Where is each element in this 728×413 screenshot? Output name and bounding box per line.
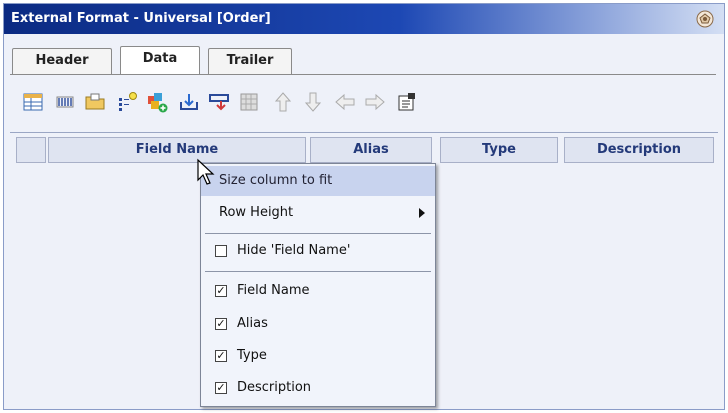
move-left-icon[interactable]: [332, 89, 358, 115]
grid-icon[interactable]: [236, 89, 262, 115]
checkbox-checked-icon: ✓: [215, 381, 227, 394]
properties-icon[interactable]: [394, 89, 420, 115]
tab-header-label: Header: [35, 53, 89, 68]
menu-item-hide-field-name[interactable]: Hide 'Field Name': [201, 236, 435, 266]
menu-item-label: Type: [237, 348, 267, 363]
menu-item-alias[interactable]: ✓ Alias: [201, 309, 435, 339]
menu-item-label: Row Height: [219, 205, 294, 220]
menu-item-label: Alias: [237, 316, 268, 331]
menu-item-field-name[interactable]: ✓ Field Name: [201, 276, 435, 306]
menu-item-type[interactable]: ✓ Type: [201, 341, 435, 371]
column-header-alias[interactable]: Alias: [310, 137, 432, 163]
checkbox-checked-icon: ✓: [215, 349, 227, 362]
tab-trailer-label: Trailer: [226, 53, 274, 68]
window-title: External Format - Universal [Order]: [11, 11, 271, 26]
menu-item-size-column-to-fit[interactable]: Size column to fit: [201, 166, 435, 196]
column-header-type[interactable]: Type: [440, 137, 558, 163]
menu-item-row-height[interactable]: Row Height: [201, 198, 435, 228]
menu-item-label: Description: [237, 380, 312, 395]
checkbox-checked-icon: ✓: [215, 284, 227, 297]
open-folder-icon[interactable]: [82, 89, 108, 115]
column-header-label: Type: [482, 142, 516, 157]
column-context-menu: Size column to fit Row Height Hide 'Fiel…: [200, 163, 436, 407]
column-header-description[interactable]: Description: [564, 137, 714, 163]
move-right-icon[interactable]: [362, 89, 388, 115]
move-down-icon[interactable]: [300, 89, 326, 115]
window-settings-icon[interactable]: [695, 9, 715, 29]
mouse-pointer-icon: [197, 158, 215, 185]
tab-header[interactable]: Header: [12, 48, 112, 74]
add-component-icon[interactable]: [144, 89, 170, 115]
column-header-field-name[interactable]: Field Name: [48, 137, 306, 163]
columns-icon[interactable]: [52, 89, 78, 115]
import-icon[interactable]: [176, 89, 202, 115]
menu-item-label: Hide 'Field Name': [237, 243, 351, 258]
checkbox-checked-icon: ✓: [215, 317, 227, 330]
column-header-label: Alias: [353, 142, 389, 157]
tab-data-label: Data: [142, 51, 178, 66]
row-selector-header[interactable]: [16, 137, 46, 163]
move-up-icon[interactable]: [270, 89, 296, 115]
column-header-label: Field Name: [135, 142, 219, 157]
menu-item-label: Field Name: [237, 283, 310, 298]
menu-separator: [205, 271, 431, 272]
menu-item-description[interactable]: ✓ Description: [201, 373, 435, 403]
tab-data[interactable]: Data: [120, 46, 200, 74]
tab-trailer[interactable]: Trailer: [208, 48, 292, 74]
insert-row-icon[interactable]: [20, 89, 46, 115]
export-icon[interactable]: [206, 89, 232, 115]
submenu-arrow-icon: [419, 208, 425, 218]
title-bar[interactable]: External Format - Universal [Order]: [4, 4, 724, 34]
tab-divider: [10, 74, 716, 75]
menu-item-label: Size column to fit: [219, 173, 333, 188]
add-field-icon[interactable]: [114, 89, 140, 115]
menu-separator: [205, 233, 431, 234]
checkbox-unchecked-icon: [215, 245, 227, 257]
column-header-label: Description: [596, 142, 682, 157]
